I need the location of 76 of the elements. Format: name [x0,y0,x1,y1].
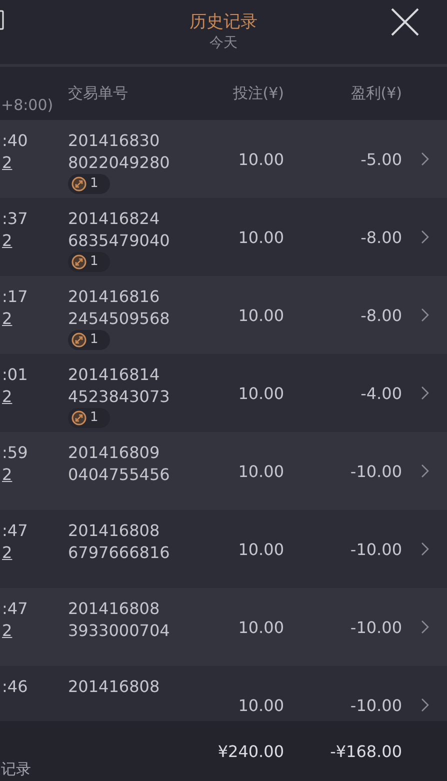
time-text: :47 [2,520,29,542]
date-text: 2 [2,386,14,408]
stake-amount: 10.00 [237,384,284,402]
count-badge: 1 [68,330,110,350]
stake-amount: 10.00 [237,150,284,168]
order-number: 201416808 [68,598,161,620]
parlay-icon [71,332,87,348]
chevron-icon [420,230,428,244]
count-badge: 1 [68,408,110,428]
column-header: 投注(¥) [232,84,284,103]
chevron-icon [420,464,428,478]
time-text: :01 [2,364,29,386]
order-number: 201416814 [68,364,161,386]
date-text: 2 [2,308,14,330]
order-number: 201416816 [68,286,161,308]
profit-amount: -8.00 [360,228,402,246]
profit-amount: -5.00 [360,150,402,168]
order-number: 3933000704 [68,620,171,642]
count-badge: 1 [68,252,110,272]
order-number: 201416824 [68,208,161,230]
stake-amount: 10.00 [237,306,284,324]
record-row[interactable]: :47 2 201416808 3933000704 10.00 -10.00 [0,588,447,666]
profit-amount: -10.00 [349,462,402,480]
parlay-icon [71,254,87,270]
page-title: 历史记录 [190,11,258,33]
order-number: 8022049280 [68,152,171,174]
record-row[interactable]: :59 2 201416809 0404755456 10.00 -10.00 [0,432,447,510]
stake-amount: 10.00 [237,228,284,246]
record-row[interactable]: :40 2 201416830 8022049280 1 10.00 -5.00 [0,120,447,198]
chevron-icon [420,152,428,166]
order-number: 201416809 [68,442,161,464]
record-row[interactable]: :17 2 201416816 2454509568 1 10.00 -8.00 [0,276,447,354]
stake-amount: 10.00 [237,618,284,636]
time-text: :59 [2,442,29,464]
order-number: 6797666816 [68,542,171,564]
order-number: 4523843073 [68,386,171,408]
order-number: 201416830 [68,130,161,152]
profit-amount: -10.00 [349,696,402,714]
date-text: 2 [2,542,14,564]
profit-amount: -4.00 [360,384,402,402]
total-stake: ¥240.00 [216,742,284,760]
column-header: 交易单号 [67,84,129,103]
time-text: :46 [2,676,29,698]
footer-label: 记录 [1,760,32,780]
chevron-icon [420,620,428,634]
chevron-icon [420,386,428,400]
column-header: 盈利(¥) [350,84,402,103]
order-number: 6835479040 [68,230,171,252]
parlay-icon [71,176,87,192]
order-number: 2454509568 [68,308,171,330]
date-text: 2 [2,230,14,252]
order-number: 201416808 [68,676,161,698]
stake-amount: 10.00 [237,540,284,558]
time-text: :40 [2,130,29,152]
chevron-icon [420,698,428,712]
chevron-icon [420,308,428,322]
stake-amount: 10.00 [237,462,284,480]
time-text: :37 [2,208,29,230]
chevron-icon [420,542,428,556]
date-subtitle: 今天 [210,34,238,53]
count-badge: 1 [68,174,110,194]
time-text: :47 [2,598,29,620]
date-text: 2 [2,620,14,642]
total-profit: -¥168.00 [329,742,402,760]
parlay-icon [71,410,87,426]
time-text: :17 [2,286,29,308]
profit-amount: -10.00 [349,618,402,636]
profit-amount: -8.00 [360,306,402,324]
profit-amount: -10.00 [349,540,402,558]
stake-amount: 10.00 [237,696,284,714]
order-number: 201416808 [68,520,161,542]
column-header: +8:00) [1,96,54,116]
date-text: 2 [2,464,14,486]
date-text: 2 [2,152,14,174]
close-icon[interactable] [389,6,421,38]
order-number: 0404755456 [68,464,171,486]
